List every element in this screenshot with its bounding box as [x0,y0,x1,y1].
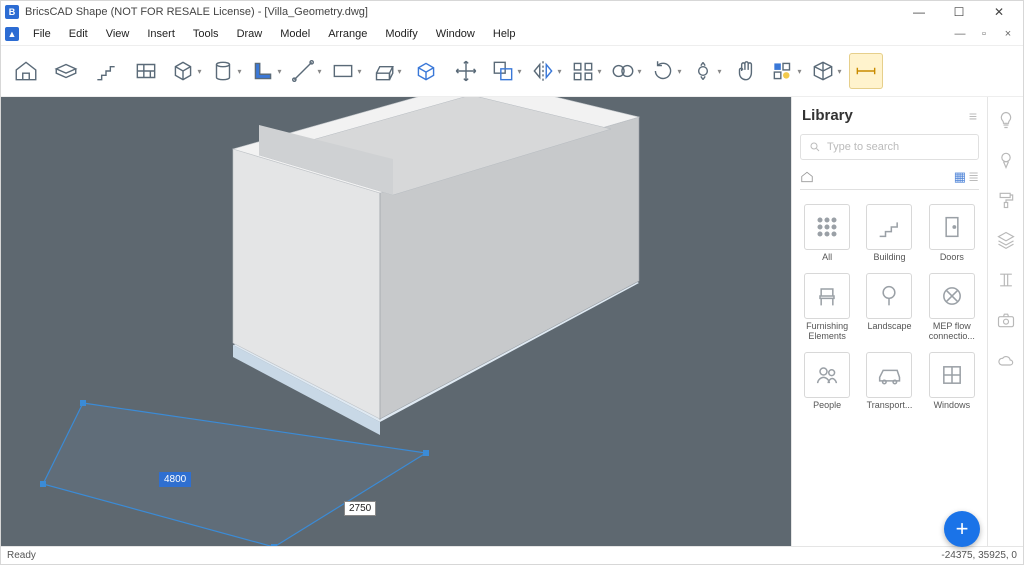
main-toolbar: ▾ ▾ ▾ ▾ ▾ ▾ ▾ ▾ ▾ ▾ ▾ ▾ ▾ ▾ [1,45,1023,97]
paintroller-icon[interactable] [995,189,1017,211]
menu-arrange[interactable]: Arrange [320,26,375,42]
extrude-icon[interactable]: ▾ [369,53,403,89]
viewport-3d[interactable]: 4800 2750 [1,97,791,546]
menu-view[interactable]: View [98,26,138,42]
menu-help[interactable]: Help [485,26,524,42]
status-text: Ready [7,550,36,561]
array-icon[interactable]: ▾ [609,53,643,89]
menu-insert[interactable]: Insert [139,26,183,42]
doc-minimize-button[interactable]: — [949,25,971,43]
mirror-icon[interactable]: ▾ [529,53,563,89]
menu-edit[interactable]: Edit [61,26,96,42]
camera-icon[interactable] [995,309,1017,331]
align-icon[interactable]: ▾ [569,53,603,89]
library-search-input[interactable]: Type to search [800,134,979,160]
library-category-label: All [822,253,832,263]
menu-file[interactable]: File [25,26,59,42]
profile-icon[interactable]: ▾ [249,53,283,89]
window-close-button[interactable]: ✕ [979,1,1019,23]
menu-modify[interactable]: Modify [377,26,425,42]
library-title: Library [802,107,969,124]
library-home-icon[interactable] [800,170,814,184]
library-list-view-icon[interactable]: ≣ [968,169,979,185]
pushpull-icon[interactable] [409,53,443,89]
lightbulb-icon[interactable] [995,109,1017,131]
library-category-furnishing[interactable]: Furnishing Elements [798,273,856,342]
layers-icon[interactable] [995,229,1017,251]
window-minimize-button[interactable]: — [899,1,939,23]
right-rail [987,97,1023,546]
library-category-label: Windows [934,401,971,411]
orbit-icon[interactable]: ▾ [689,53,723,89]
window-title: BricsCAD Shape (NOT FOR RESALE License) … [25,6,899,18]
library-category-windows[interactable]: Windows [923,352,981,411]
app-menu-icon[interactable]: ▲ [5,27,19,41]
library-category-mep[interactable]: MEP flow connectio... [923,273,981,342]
menu-window[interactable]: Window [428,26,483,42]
library-category-label: Landscape [867,322,911,332]
doc-restore-button[interactable]: ▫ [973,25,995,43]
library-category-label: MEP flow connectio... [924,322,980,342]
line-icon[interactable]: ▾ [289,53,323,89]
pan-icon[interactable] [729,53,763,89]
box-icon[interactable]: ▾ [169,53,203,89]
doc-close-button[interactable]: × [997,25,1019,43]
library-category-label: Furnishing Elements [799,322,855,342]
section-icon[interactable]: ▾ [809,53,843,89]
rotate-icon[interactable]: ▾ [649,53,683,89]
visual-icon[interactable]: ▾ [769,53,803,89]
library-category-label: People [813,401,841,411]
library-options-icon[interactable]: ≡ [969,108,977,124]
library-category-label: Transport... [867,401,913,411]
library-category-people[interactable]: People [798,352,856,411]
library-category-label: Building [873,253,905,263]
column-icon[interactable]: ▾ [209,53,243,89]
slab-icon[interactable] [49,53,83,89]
wall-icon[interactable] [129,53,163,89]
search-icon [809,141,821,153]
library-panel: Library ≡ Type to search ▦ ≣ All [791,97,987,546]
menu-draw[interactable]: Draw [229,26,271,42]
library-category-transport[interactable]: Transport... [860,352,918,411]
ibeam-icon[interactable] [995,269,1017,291]
stairs-icon[interactable] [89,53,123,89]
measure-icon[interactable] [849,53,883,89]
library-category-doors[interactable]: Doors [923,204,981,263]
window-maximize-button[interactable]: ☐ [939,1,979,23]
add-content-button[interactable]: + [944,511,980,547]
dimension-b[interactable]: 2750 [344,501,376,516]
home-icon[interactable] [9,53,43,89]
library-category-landscape[interactable]: Landscape [860,273,918,342]
library-category-all[interactable]: All [798,204,856,263]
library-category-building[interactable]: Building [860,204,918,263]
rect-icon[interactable]: ▾ [329,53,363,89]
copy-icon[interactable]: ▾ [489,53,523,89]
menu-model[interactable]: Model [272,26,318,42]
search-placeholder: Type to search [827,141,899,153]
status-coordinates: -24375, 35925, 0 [941,550,1017,561]
move-icon[interactable] [449,53,483,89]
dimension-a[interactable]: 4800 [159,472,191,487]
balloon-icon[interactable] [995,149,1017,171]
cloud-icon[interactable] [995,349,1017,371]
library-grid-view-icon[interactable]: ▦ [954,169,966,185]
menu-tools[interactable]: Tools [185,26,227,42]
app-icon: B [5,5,19,19]
library-category-label: Doors [940,253,964,263]
